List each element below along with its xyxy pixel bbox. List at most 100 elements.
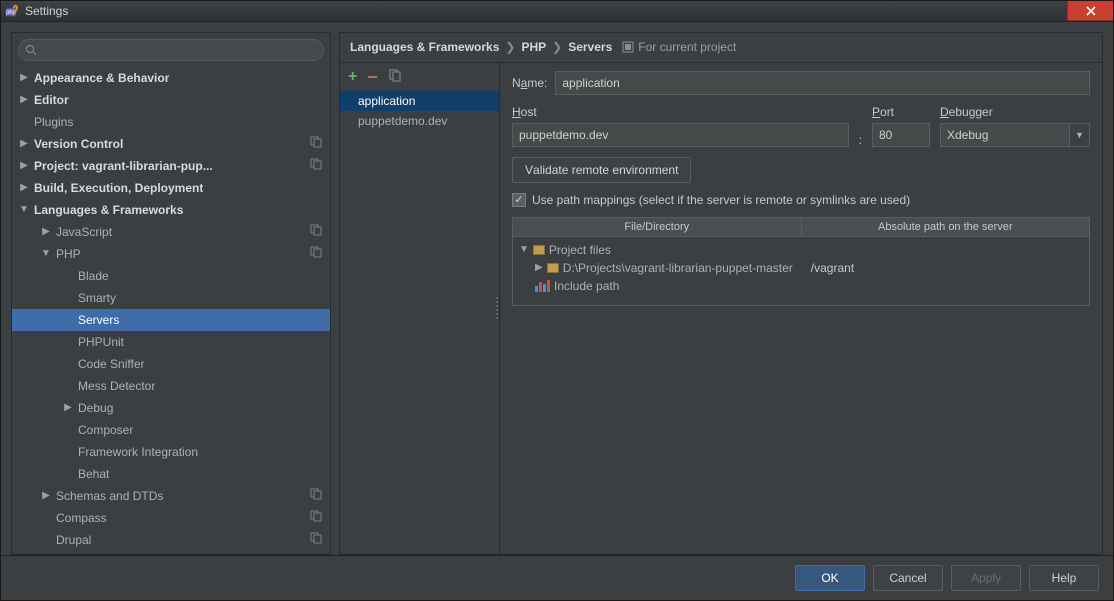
scope-label: For current project	[638, 40, 736, 54]
folder-icon	[547, 263, 559, 273]
window-close-button[interactable]	[1067, 1, 1113, 21]
chevron-right-icon[interactable]: ▶	[18, 72, 30, 83]
tree-item-label: PHPUnit	[78, 335, 124, 349]
tree-item[interactable]: PHPUnit	[12, 331, 330, 353]
titlebar: php Settings	[1, 1, 1113, 22]
chevron-right-icon[interactable]: ▶	[62, 402, 74, 413]
validate-button[interactable]: Validate remote environment	[512, 157, 691, 183]
project-scope-icon	[310, 488, 322, 503]
tree-item[interactable]: Drupal	[12, 529, 330, 551]
remove-button[interactable]: −	[367, 72, 378, 82]
col-absolute-path: Absolute path on the server	[802, 218, 1090, 236]
search-icon	[25, 44, 37, 56]
tree-item[interactable]: ▶Debug	[12, 397, 330, 419]
port-input[interactable]	[872, 123, 930, 147]
project-scope-icon	[310, 246, 322, 261]
tree-item[interactable]: ▼ PHP	[12, 243, 330, 265]
name-label: Name:	[512, 76, 547, 90]
tree-item[interactable]: ▶ Editor	[12, 89, 330, 111]
chevron-right-icon[interactable]: ▶	[18, 138, 30, 149]
add-button[interactable]: +	[348, 68, 357, 86]
tree-item-label: Project: vagrant-librarian-pup...	[34, 159, 213, 173]
server-list-item[interactable]: puppetdemo.dev	[340, 111, 499, 131]
cancel-button[interactable]: Cancel	[873, 565, 943, 591]
local-path[interactable]: D:\Projects\vagrant-librarian-puppet-mas…	[563, 261, 793, 275]
chevron-right-icon[interactable]: ▶	[40, 226, 52, 237]
chevron-down-icon[interactable]: ▼	[1069, 124, 1089, 146]
breadcrumb: Languages & Frameworks ❯ PHP ❯ Servers F…	[340, 33, 1102, 63]
help-button[interactable]: Help	[1029, 565, 1099, 591]
tree-item[interactable]: Smarty	[12, 287, 330, 309]
include-path-icon	[535, 280, 550, 292]
tree-item-label: PHP	[56, 247, 81, 261]
chevron-right-icon[interactable]: ▶	[535, 262, 543, 273]
project-files-node[interactable]: Project files	[549, 243, 611, 257]
host-input[interactable]	[512, 123, 849, 147]
server-list[interactable]: applicationpuppetdemo.dev	[340, 91, 499, 555]
mappings-tree[interactable]: ▼ Project files ▶ D:\Projects\vagrant-li…	[512, 237, 1090, 306]
tree-item-label: Framework Integration	[78, 445, 198, 459]
tree-item[interactable]: Plugins	[12, 111, 330, 133]
tree-item[interactable]: Blade	[12, 265, 330, 287]
tree-item-label: Servers	[78, 313, 119, 327]
chevron-down-icon[interactable]: ▼	[519, 244, 529, 255]
tree-item[interactable]: ▶ Build, Execution, Deployment	[12, 177, 330, 199]
tree-item[interactable]: Composer	[12, 419, 330, 441]
apply-button[interactable]: Apply	[951, 565, 1021, 591]
search-input[interactable]	[18, 39, 324, 61]
tree-item[interactable]: Compass	[12, 507, 330, 529]
chevron-down-icon[interactable]: ▼	[40, 248, 52, 259]
use-path-mappings-checkbox[interactable]	[512, 193, 526, 207]
chevron-right-icon[interactable]: ▶	[18, 182, 30, 193]
tree-item[interactable]: Google App Engine for PHP	[12, 551, 330, 555]
tree-item[interactable]: ▶JavaScript	[12, 221, 330, 243]
col-file-directory: File/Directory	[513, 218, 802, 236]
folder-icon	[533, 245, 545, 255]
tree-item-label: Editor	[34, 93, 69, 107]
tree-item-label: Version Control	[34, 137, 123, 151]
tree-item[interactable]: ▶ Version Control	[12, 133, 330, 155]
body: ▶Appearance & Behavior▶EditorPlugins▶Ver…	[1, 22, 1113, 556]
tree-item[interactable]: Code Sniffer	[12, 353, 330, 375]
scope-icon	[622, 41, 634, 53]
port-label: Port	[872, 105, 930, 119]
colon: :	[859, 133, 862, 147]
name-input[interactable]	[555, 71, 1090, 95]
tree-item-label: Drupal	[56, 533, 91, 547]
chevron-right-icon[interactable]: ▶	[18, 94, 30, 105]
chevron-right-icon: ❯	[552, 40, 562, 54]
tree-item[interactable]: Mess Detector	[12, 375, 330, 397]
project-scope-icon	[310, 532, 322, 547]
breadcrumb-part: Servers	[568, 40, 612, 54]
use-path-mappings-label: Use path mappings (select if the server …	[532, 193, 910, 207]
tree-item-label: Code Sniffer	[78, 357, 145, 371]
tree-item-label: Schemas and DTDs	[56, 489, 163, 503]
host-label: Host	[512, 105, 849, 119]
tree-item-label: Build, Execution, Deployment	[34, 181, 203, 195]
tree-item[interactable]: Servers	[12, 309, 330, 331]
app-icon: php	[5, 3, 21, 19]
debugger-label: Debugger	[940, 105, 1090, 119]
mappings-columns: File/Directory Absolute path on the serv…	[512, 217, 1090, 237]
ok-button[interactable]: OK	[795, 565, 865, 591]
tree-item[interactable]: Behat	[12, 463, 330, 485]
window-title: Settings	[25, 4, 68, 18]
tree-item[interactable]: ▼Languages & Frameworks	[12, 199, 330, 221]
debugger-select[interactable]: Xdebug	[940, 123, 1090, 147]
tree-item[interactable]: ▶Appearance & Behavior	[12, 67, 330, 89]
server-list-item[interactable]: application	[340, 91, 499, 111]
tree-item[interactable]: ▶ Project: vagrant-librarian-pup...	[12, 155, 330, 177]
settings-tree-panel: ▶Appearance & Behavior▶EditorPlugins▶Ver…	[11, 32, 331, 556]
chevron-right-icon[interactable]: ▶	[40, 490, 52, 501]
remote-path[interactable]: /vagrant	[811, 261, 854, 275]
copy-button[interactable]	[388, 68, 402, 85]
tree-item[interactable]: Framework Integration	[12, 441, 330, 463]
chevron-right-icon[interactable]: ▶	[18, 160, 30, 171]
tree-item-label: Mess Detector	[78, 379, 155, 393]
settings-tree[interactable]: ▶Appearance & Behavior▶EditorPlugins▶Ver…	[12, 67, 330, 555]
chevron-down-icon[interactable]: ▼	[18, 204, 30, 215]
server-list-panel: + − applicationpuppetdemo.dev	[340, 63, 500, 555]
tree-item[interactable]: ▶ Schemas and DTDs	[12, 485, 330, 507]
project-scope-icon	[310, 158, 322, 173]
include-path-node[interactable]: Include path	[554, 279, 619, 293]
